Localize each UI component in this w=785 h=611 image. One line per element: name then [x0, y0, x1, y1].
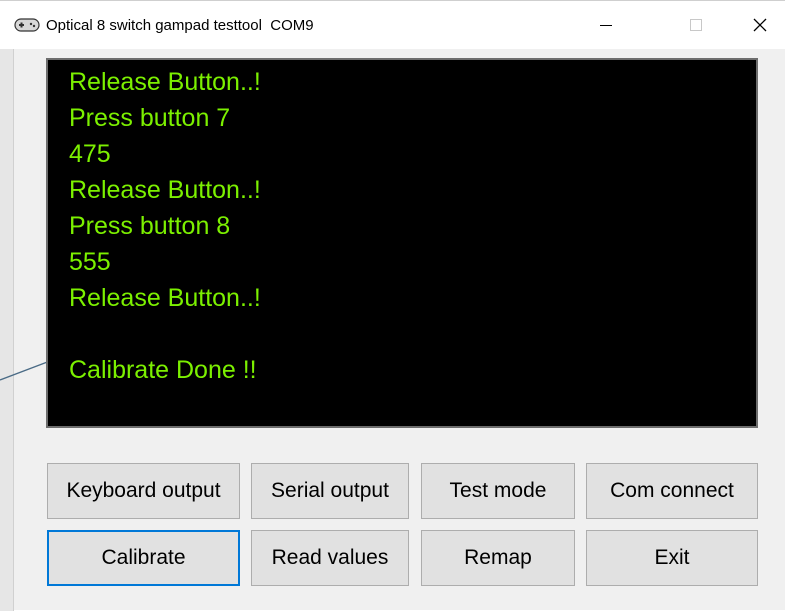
serial-output-button[interactable]: Serial output	[251, 463, 409, 519]
console-line: 555	[69, 248, 111, 276]
left-edge-panel	[0, 49, 14, 611]
console-line: Press button 7	[69, 104, 231, 132]
title-bar[interactable]: Optical 8 switch gampad testtool COM9	[0, 1, 785, 49]
console-line: Release Button..!	[69, 284, 261, 312]
exit-button[interactable]: Exit	[586, 530, 758, 586]
app-window: Optical 8 switch gampad testtool COM9 Re…	[0, 0, 785, 611]
console-line: Calibrate Done !!	[69, 356, 257, 384]
test-mode-button[interactable]: Test mode	[421, 463, 575, 519]
minimize-button[interactable]	[584, 1, 628, 49]
com-connect-button[interactable]: Com connect	[586, 463, 758, 519]
maximize-button[interactable]	[674, 1, 718, 49]
remap-button[interactable]: Remap	[421, 530, 575, 586]
close-button[interactable]	[738, 1, 782, 49]
console-line: 475	[69, 140, 111, 168]
console-line: Release Button..!	[69, 68, 261, 96]
keyboard-output-button[interactable]: Keyboard output	[47, 463, 240, 519]
calibrate-button[interactable]: Calibrate	[47, 530, 240, 586]
close-icon	[753, 18, 767, 32]
window-title: Optical 8 switch gampad testtool COM9	[46, 17, 314, 34]
console-line: Press button 8	[69, 212, 231, 240]
read-values-button[interactable]: Read values	[251, 530, 409, 586]
console-output: Release Button..! Press button 7 475 Rel…	[46, 58, 758, 428]
gamepad-icon	[14, 18, 40, 32]
console-line: Release Button..!	[69, 176, 261, 204]
minimize-icon	[600, 24, 612, 26]
maximize-icon	[690, 19, 702, 31]
